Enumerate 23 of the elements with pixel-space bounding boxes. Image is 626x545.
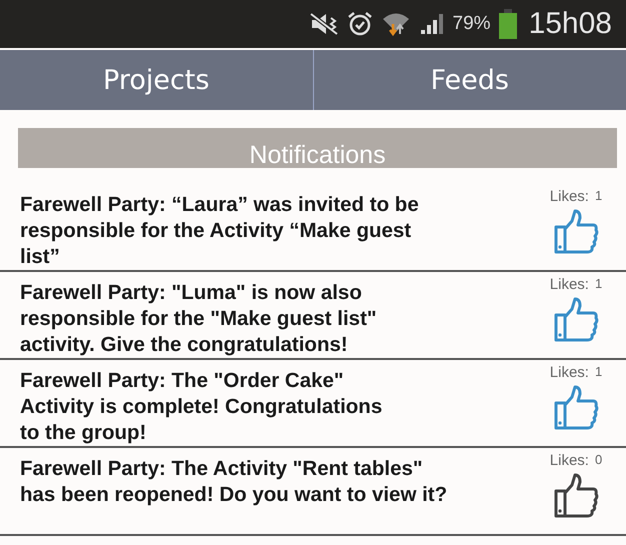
clock-time: 15h08 (528, 7, 612, 41)
thumbs-up-icon[interactable] (553, 297, 599, 343)
notification-text: Farewell Party: The "Order Cake" Activity is complete! Congratulations to the group! (20, 368, 384, 446)
likes-count: 1 (594, 276, 602, 291)
alarm-clock-icon (346, 11, 373, 37)
thumbs-up-icon[interactable] (553, 473, 599, 519)
likes-label: Likes: (550, 452, 589, 469)
likes-count: 1 (594, 364, 602, 379)
likes-label: Likes: (550, 364, 589, 381)
notification-text: Farewell Party: “Laura” was invited to be responsible for the Activity “Make guest list” (20, 192, 420, 270)
likes-count: 0 (594, 452, 602, 467)
likes-label: Likes: (550, 188, 589, 205)
signal-icon (418, 12, 445, 36)
notification-text: Farewell Party: The Activity "Rent tables" has been reopened! Do you want to view it? (20, 456, 448, 508)
battery-icon (498, 9, 517, 39)
likes-label: Likes: (550, 276, 589, 293)
mute-icon (308, 12, 339, 36)
section-header: Notifications (18, 128, 617, 168)
likes-count: 1 (594, 188, 602, 203)
notification-text: Farewell Party: "Luma" is now also responsible for the "Make guest list" activity. Give the congratulations! (20, 280, 378, 358)
thumbs-up-icon[interactable] (553, 385, 599, 431)
battery-percent: 79% (452, 13, 491, 35)
thumbs-up-icon[interactable] (553, 209, 599, 255)
